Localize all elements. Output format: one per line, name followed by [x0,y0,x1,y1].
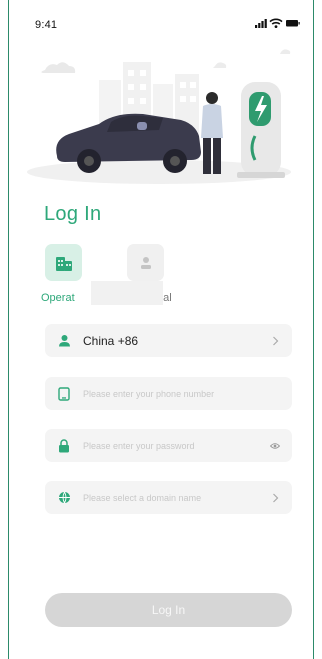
password-placeholder: Please enter your password [83,440,195,451]
redacted-label-overlay [91,281,163,305]
page-title: Log In [44,203,102,225]
status-bar: 9:41 [9,0,313,36]
phone-field[interactable]: Please enter your phone number [45,377,292,410]
wifi-icon [269,18,283,28]
country-code-select[interactable]: China +86 [45,324,292,357]
domain-placeholder: Please select a domain name [83,492,202,503]
status-icons [255,18,300,28]
country-code-value: China +86 [83,333,139,348]
phone-placeholder: Please enter your phone number [83,388,215,399]
password-field[interactable]: Please enter your password [45,429,292,462]
building-icon [55,256,72,271]
login-type-operator-label: Operat [41,292,75,304]
charger-illustration [237,82,285,178]
user-icon [57,334,71,348]
eye-icon[interactable] [270,441,280,451]
globe-icon [57,491,71,505]
personal-tile [127,244,164,281]
app-frame: 9:41 Log In Operat nal China +86 Please … [8,0,314,659]
person-icon [140,256,151,269]
lock-icon [57,438,71,453]
operator-tile [45,244,82,281]
phone-icon [57,386,71,401]
login-button[interactable]: Log In [45,593,292,627]
signal-icon [255,19,267,28]
status-time: 9:41 [35,19,58,31]
chevron-right-icon [270,336,280,346]
chevron-right-icon [270,493,280,503]
battery-icon [286,20,300,27]
hero-illustration [27,49,291,184]
domain-select[interactable]: Please select a domain name [45,481,292,514]
